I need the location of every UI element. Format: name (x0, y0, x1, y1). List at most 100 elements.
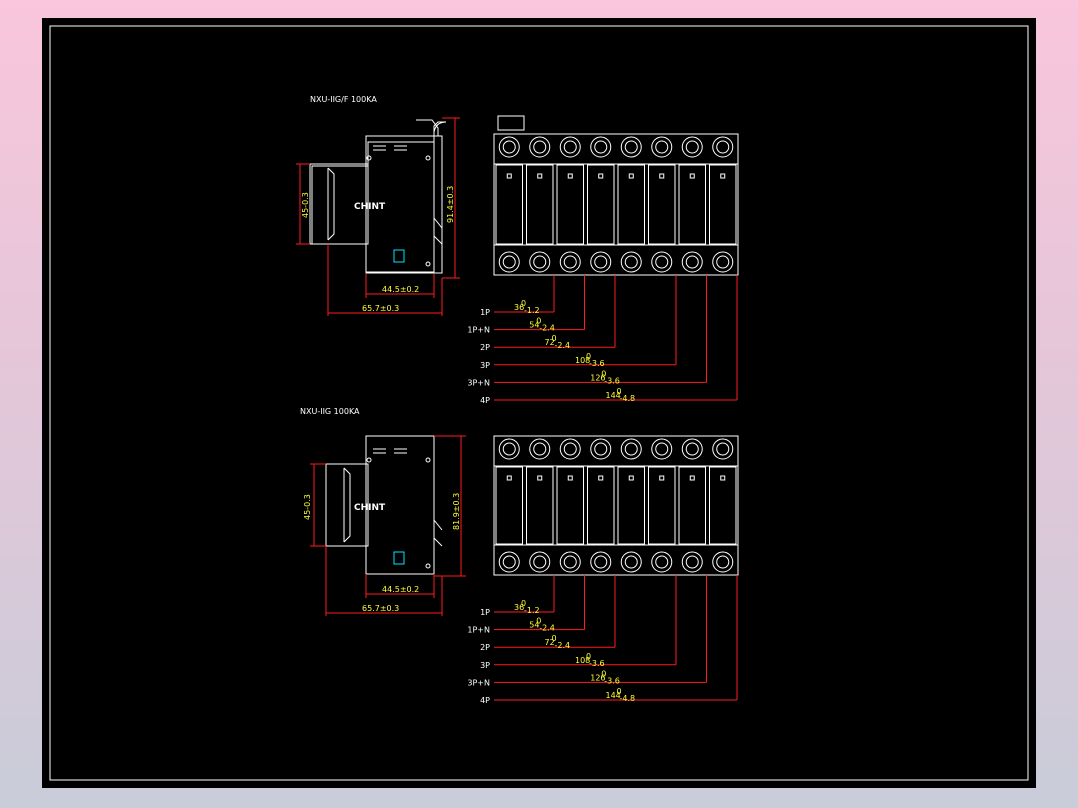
pole-dim-sub: -1.2 (524, 306, 540, 315)
brand-logo: CHINT (354, 202, 386, 212)
pole-dim-sub: -2.4 (539, 324, 555, 333)
status-window (567, 475, 573, 481)
brand-logo: CHINT (354, 503, 386, 513)
status-window (567, 173, 573, 179)
status-window (689, 173, 695, 179)
terminal-screw (529, 136, 551, 158)
terminal-screw (620, 136, 642, 158)
section-title: NXU-IIG/F 100KA (310, 95, 377, 104)
module-cartridge (617, 164, 645, 245)
terminal-screw (712, 438, 734, 460)
front-view (493, 115, 739, 276)
status-window (506, 173, 512, 179)
pole-label: 1P (480, 308, 490, 317)
drawing-svg: NXU-IIG/F 100KA CHINT 45-0.3 91.4±0.3 44… (49, 25, 1029, 781)
terminal-screw (712, 551, 734, 573)
module-cartridge (556, 164, 584, 245)
pole-dim-sub: -2.4 (555, 341, 571, 350)
total-width-dim: 65.7±0.3 (362, 304, 399, 313)
pole-label: 1P+N (467, 626, 490, 635)
pole-dimensions: 1P360-1.21P+N540-2.42P720-2.43P1080-3.63… (467, 275, 738, 405)
status-window (628, 173, 634, 179)
terminal-screw (681, 136, 703, 158)
terminal-screw (620, 551, 642, 573)
pole-dim-sub: -2.4 (555, 641, 571, 650)
module-cartridge (495, 466, 523, 545)
pole-label: 3P+N (467, 678, 490, 687)
front-view (493, 435, 739, 576)
module-cartridge (648, 466, 676, 545)
terminal-screw (651, 551, 673, 573)
pole-dim-sub: -3.6 (589, 659, 605, 668)
terminal-screw (590, 551, 612, 573)
terminal-screw (529, 251, 551, 273)
terminal-screw (498, 251, 520, 273)
pole-label: 3P (480, 661, 490, 670)
section-2: NXU-IIG 100KA CHINT 45-0.3 81.9±0.3 44.5… (300, 407, 739, 705)
terminal-screw (498, 136, 520, 158)
pole-dim-sub: -3.6 (589, 359, 605, 368)
terminal-screw (529, 551, 551, 573)
terminal-screw (681, 551, 703, 573)
terminal-screw (529, 438, 551, 460)
module-cartridge (709, 466, 737, 545)
pole-label: 3P+N (467, 378, 490, 387)
module-cartridge (678, 164, 706, 245)
terminal-screw (681, 251, 703, 273)
pole-label: 4P (480, 396, 490, 405)
terminal-screw (590, 136, 612, 158)
section-1: NXU-IIG/F 100KA CHINT 45-0.3 91.4±0.3 44… (296, 95, 739, 405)
height-dim: 45-0.3 (301, 192, 310, 218)
module-body (493, 133, 739, 276)
pole-dim-sub: -2.4 (539, 624, 555, 633)
drawing-border (49, 25, 1029, 781)
section-title: NXU-IIG 100KA (300, 407, 360, 416)
pole-label: 2P (480, 643, 490, 652)
terminal-screw (498, 551, 520, 573)
module-cartridge (556, 466, 584, 545)
module-body (493, 435, 739, 576)
pole-dim-sub: -4.8 (620, 694, 636, 703)
module-cartridge (587, 164, 615, 245)
module-cartridge (587, 466, 615, 545)
total-width-dim: 65.7±0.3 (362, 604, 399, 613)
terminal-clip (497, 115, 525, 131)
terminal-screw (620, 438, 642, 460)
status-window (720, 173, 726, 179)
terminal-screw (651, 438, 673, 460)
terminal-screw (651, 251, 673, 273)
cad-canvas: NXU-IIG/F 100KA CHINT 45-0.3 91.4±0.3 44… (42, 18, 1036, 788)
terminal-screw (651, 136, 673, 158)
module-cartridge (526, 164, 554, 245)
pole-label: 3P (480, 361, 490, 370)
base-width-dim: 44.5±0.2 (382, 585, 419, 594)
pole-dim-sub: -4.8 (620, 394, 636, 403)
terminal-screw (559, 551, 581, 573)
status-window (537, 173, 543, 179)
status-window (659, 475, 665, 481)
status-window (598, 173, 604, 179)
terminal-screw (559, 251, 581, 273)
side-dimensions: 45-0.3 91.4±0.3 44.5±0.2 65.7±0.3 (296, 117, 460, 316)
pole-dim-sub: -3.6 (604, 376, 620, 385)
status-window (537, 475, 543, 481)
terminal-screw (681, 438, 703, 460)
terminal-screw (498, 438, 520, 460)
status-window (506, 475, 512, 481)
pole-label: 1P (480, 608, 490, 617)
pole-dim-sub: -1.2 (524, 606, 540, 615)
module-cartridge (617, 466, 645, 545)
terminal-screw (559, 136, 581, 158)
side-dimensions: 45-0.3 81.9±0.3 44.5±0.2 65.7±0.3 (303, 435, 466, 616)
module-cartridge (678, 466, 706, 545)
terminal-screw (620, 251, 642, 273)
side-view: CHINT (309, 119, 447, 274)
terminal-screw (712, 136, 734, 158)
terminal-screw (712, 251, 734, 273)
terminal-screw (590, 438, 612, 460)
pole-label: 2P (480, 343, 490, 352)
module-cartridge (648, 164, 676, 245)
total-height-dim: 91.4±0.3 (446, 186, 455, 223)
status-window (720, 475, 726, 481)
pole-label: 1P+N (467, 326, 490, 335)
